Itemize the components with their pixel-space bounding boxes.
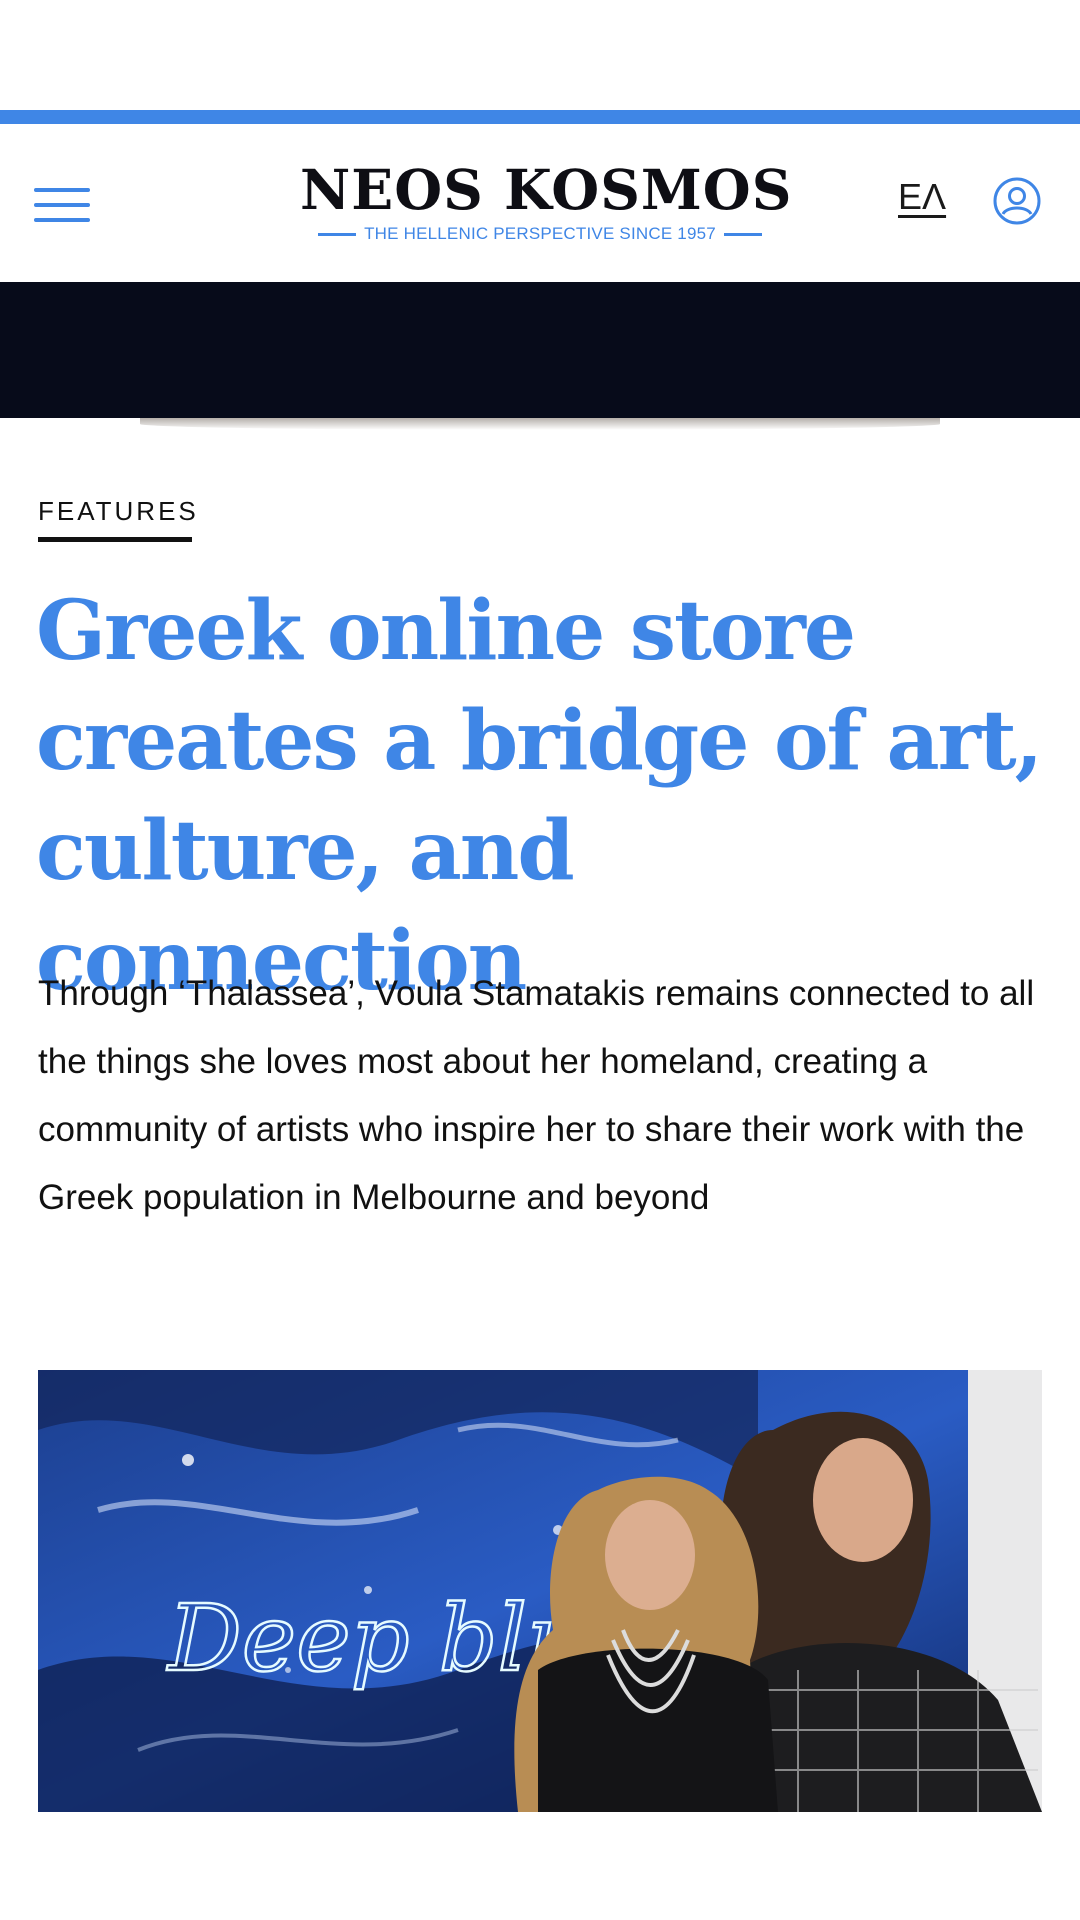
logo-tagline-row: THE HELLENIC PERSPECTIVE SINCE 1957 bbox=[300, 224, 780, 244]
article-standfirst: Through ‘Thalassea’, Voula Stamatakis re… bbox=[38, 974, 1035, 1217]
status-bar-area bbox=[0, 0, 1080, 110]
feature-photo-illustration: Deep blue bbox=[38, 1370, 1042, 1812]
language-toggle-link[interactable]: ΕΛ bbox=[898, 176, 946, 218]
menu-line bbox=[34, 203, 90, 207]
site-logo[interactable]: NEOS KOSMOS THE HELLENIC PERSPECTIVE SIN… bbox=[300, 157, 793, 244]
hamburger-menu-icon[interactable] bbox=[34, 186, 90, 224]
logo-title: NEOS KOSMOS bbox=[300, 157, 793, 222]
top-accent-bar bbox=[0, 110, 1080, 124]
feature-image: Deep blue bbox=[38, 1370, 1042, 1812]
tagline-rule-right bbox=[723, 232, 762, 236]
category-label[interactable]: FEATURES bbox=[38, 496, 199, 527]
hero-shadow bbox=[140, 418, 940, 430]
tagline-rule-left bbox=[318, 232, 357, 236]
article-headline: Greek online store creates a bridge of a… bbox=[36, 583, 1043, 1009]
site-header: NEOS KOSMOS THE HELLENIC PERSPECTIVE SIN… bbox=[0, 124, 1080, 282]
category-tag[interactable]: FEATURES bbox=[38, 496, 199, 542]
hero-image-band bbox=[0, 282, 1080, 418]
category-underline bbox=[38, 537, 192, 542]
menu-line bbox=[34, 218, 90, 222]
menu-line bbox=[34, 188, 90, 192]
user-account-icon[interactable] bbox=[992, 176, 1042, 226]
logo-tagline: THE HELLENIC PERSPECTIVE SINCE 1957 bbox=[364, 224, 716, 243]
